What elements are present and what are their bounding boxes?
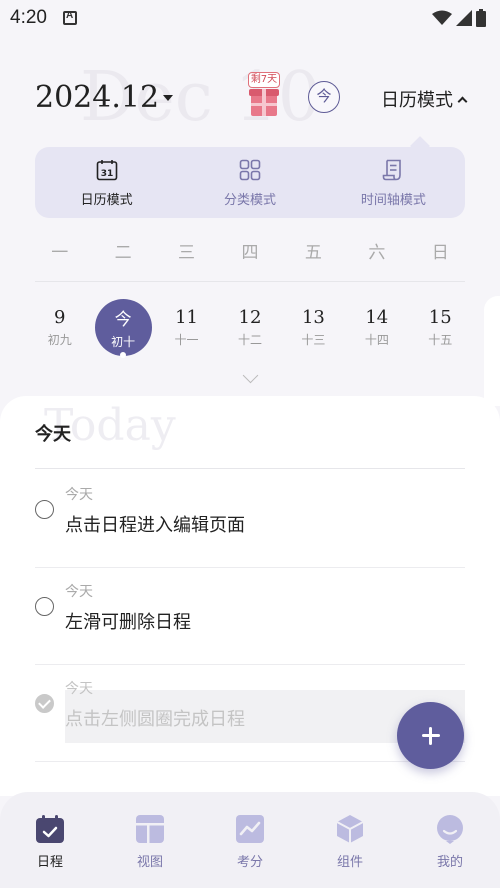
weekday-label: 一 xyxy=(51,243,69,263)
today-button[interactable]: 今 xyxy=(308,81,340,113)
calendar-31-icon: 31 xyxy=(96,159,117,180)
date-cell[interactable]: 15 十五 xyxy=(409,298,472,356)
grid-icon xyxy=(239,159,261,180)
task-item[interactable]: 今天 左滑可删除日程 xyxy=(35,569,465,665)
expand-calendar-chevron-icon[interactable] xyxy=(242,367,259,384)
nav-view[interactable]: 视图 xyxy=(100,792,200,888)
chevron-up-icon xyxy=(457,96,468,106)
weekday-label: 日 xyxy=(431,243,449,263)
nav-label: 考分 xyxy=(236,855,263,870)
lunar-date: 十五 xyxy=(428,332,453,347)
event-dot-icon xyxy=(120,352,127,358)
date-cell-selected[interactable]: 今 初十 xyxy=(91,298,154,358)
caret-down-icon xyxy=(163,94,174,101)
divider xyxy=(35,468,465,469)
date-number: 今 xyxy=(114,309,132,330)
mode-timeline[interactable]: 时间轴模式 xyxy=(322,147,465,218)
app-notification-icon xyxy=(62,10,77,25)
date-number: 12 xyxy=(238,306,262,328)
date-number: 13 xyxy=(301,306,325,328)
task-item[interactable]: 今天 点击日程进入编辑页面 xyxy=(35,472,465,568)
nav-label: 日程 xyxy=(36,855,63,870)
week-date-row: 9 初九 今 初十 11 十一 12 十二 13 十三 14 十四 15 十五 xyxy=(28,298,472,358)
section-title: 今天 xyxy=(35,420,73,446)
mode-calendar-label: 日历模式 xyxy=(80,192,133,208)
nav-widgets[interactable]: 组件 xyxy=(300,792,400,888)
add-schedule-button[interactable] xyxy=(397,702,464,769)
lunar-date: 十四 xyxy=(364,332,389,347)
section-title-text: 今天 xyxy=(35,424,71,445)
nav-score[interactable]: 考分 xyxy=(200,792,300,888)
weekday-label: 四 xyxy=(241,243,259,263)
divider xyxy=(35,761,465,762)
task-title: 点击左侧圆圈完成日程 xyxy=(65,709,245,730)
task-checkbox-checked[interactable] xyxy=(35,694,54,713)
lunar-date: 初九 xyxy=(47,332,72,347)
nav-label: 组件 xyxy=(336,855,363,870)
task-title: 左滑可删除日程 xyxy=(65,612,191,633)
date-number: 11 xyxy=(175,306,198,328)
task-date: 今天 xyxy=(65,681,93,697)
status-bar: 4:20 xyxy=(0,0,500,36)
calendar-icon xyxy=(36,815,64,843)
month-picker[interactable]: 2024.12 xyxy=(35,80,174,115)
mode-calendar[interactable]: 31 日历模式 xyxy=(35,147,178,218)
weekday-label: 六 xyxy=(368,243,386,263)
bottom-nav: 日程 视图 考分 组件 我的 xyxy=(0,792,500,888)
weekday-label: 三 xyxy=(178,243,196,263)
status-time: 4:20 xyxy=(10,7,47,28)
nav-profile[interactable]: 我的 xyxy=(400,792,500,888)
divider xyxy=(35,664,465,665)
weekday-header: 一 二 三 四 五 六 日 xyxy=(28,238,472,263)
svg-text:31: 31 xyxy=(100,169,113,179)
chart-icon xyxy=(236,815,264,843)
date-cell[interactable]: 9 初九 xyxy=(28,298,91,356)
mode-toggle[interactable]: 日历模式 xyxy=(381,86,468,112)
lunar-date: 初十 xyxy=(111,334,136,349)
gift-button[interactable]: 剩7天 xyxy=(246,72,282,118)
lunar-date: 十二 xyxy=(237,332,262,347)
mode-category-label: 分类模式 xyxy=(223,192,276,208)
month-label: 2024.12 xyxy=(35,80,160,115)
task-date: 今天 xyxy=(65,584,93,600)
mode-toggle-label: 日历模式 xyxy=(381,90,453,111)
date-cell[interactable]: 11 十一 xyxy=(155,298,218,356)
nav-schedule[interactable]: 日程 xyxy=(0,792,100,888)
header: 2024.12 剩7天 今 日历模式 xyxy=(0,68,500,128)
date-number: 9 xyxy=(53,306,66,328)
cube-icon xyxy=(336,815,364,843)
profile-icon xyxy=(437,815,463,844)
divider xyxy=(35,567,465,568)
date-number: 15 xyxy=(428,306,452,328)
task-title: 点击日程进入编辑页面 xyxy=(65,515,245,536)
weekday-label: 二 xyxy=(114,243,132,263)
mode-timeline-label: 时间轴模式 xyxy=(360,192,426,208)
view-mode-panel: 31 日历模式 分类模式 时间轴模式 xyxy=(35,147,465,218)
scroll-icon xyxy=(383,159,402,180)
wifi-icon xyxy=(432,10,452,25)
task-checkbox[interactable] xyxy=(35,500,54,519)
divider xyxy=(35,281,465,282)
weekday-label: 五 xyxy=(304,243,322,263)
date-cell[interactable]: 12 十二 xyxy=(218,298,281,356)
task-checkbox[interactable] xyxy=(35,597,54,616)
right-edge-tab xyxy=(484,296,500,406)
status-icons xyxy=(432,9,486,27)
gift-badge: 剩7天 xyxy=(248,72,280,88)
signal-icon xyxy=(456,10,472,26)
date-number: 14 xyxy=(365,306,389,328)
lunar-date: 十三 xyxy=(301,332,326,347)
nav-label: 我的 xyxy=(436,855,463,870)
task-date: 今天 xyxy=(65,487,93,503)
lunar-date: 十一 xyxy=(174,332,199,347)
battery-icon xyxy=(476,9,486,27)
date-cell[interactable]: 14 十四 xyxy=(345,298,408,356)
nav-label: 视图 xyxy=(136,855,163,870)
layout-icon xyxy=(136,815,164,843)
mode-category[interactable]: 分类模式 xyxy=(178,147,321,218)
date-cell[interactable]: 13 十三 xyxy=(282,298,345,356)
